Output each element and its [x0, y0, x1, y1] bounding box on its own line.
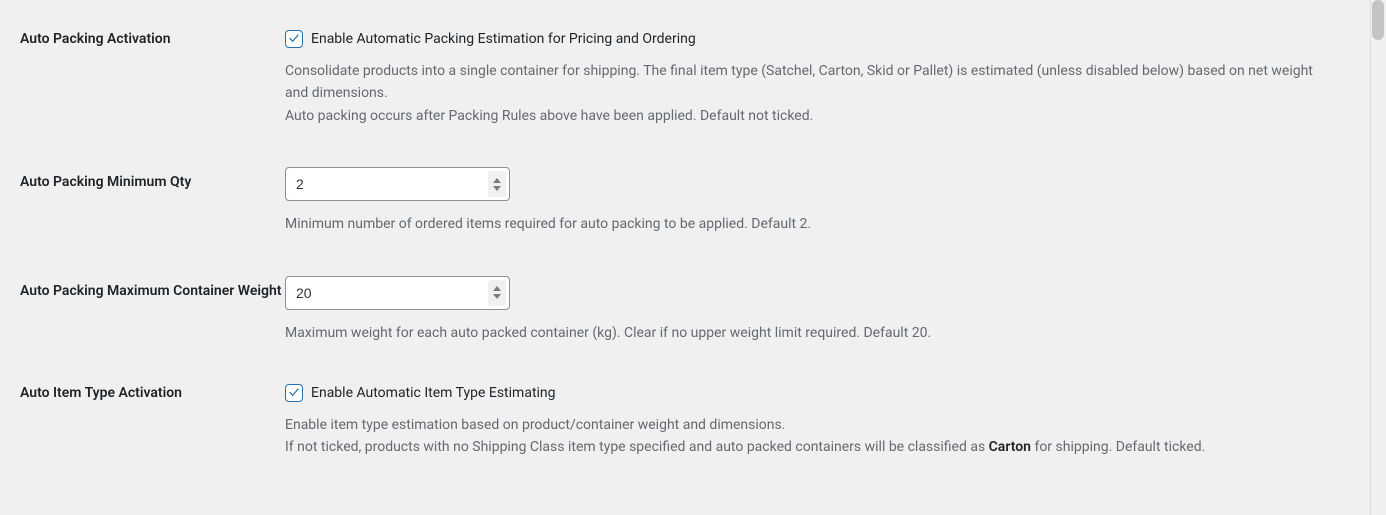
spinner-min-qty	[488, 171, 506, 197]
settings-form: Auto Packing Activation Enable Automatic…	[20, 30, 1366, 459]
field-auto-packing-activation: Enable Automatic Packing Estimation for …	[285, 30, 1366, 127]
row-auto-packing-activation: Auto Packing Activation Enable Automatic…	[20, 30, 1366, 127]
spinner-max-weight	[488, 280, 506, 306]
spinner-up-icon[interactable]	[493, 178, 501, 183]
spinner-down-icon[interactable]	[493, 186, 501, 191]
input-wrap-max-weight	[285, 276, 510, 310]
row-item-type: Auto Item Type Activation Enable Automat…	[20, 384, 1366, 459]
checkbox-row-item-type: Enable Automatic Item Type Estimating	[285, 384, 1336, 402]
description-item-type-line1: Enable item type estimation based on pro…	[285, 417, 785, 433]
label-item-type: Auto Item Type Activation	[20, 384, 285, 404]
check-icon	[287, 32, 301, 46]
row-min-qty: Auto Packing Minimum Qty Minimum number …	[20, 167, 1366, 235]
field-min-qty: Minimum number of ordered items required…	[285, 167, 1366, 235]
input-max-weight[interactable]	[285, 276, 510, 310]
scrollbar[interactable]	[1370, 0, 1386, 515]
check-icon	[287, 386, 301, 400]
checkbox-item-type[interactable]	[285, 384, 303, 402]
description-activation-line2: Auto packing occurs after Packing Rules …	[285, 108, 813, 124]
input-min-qty[interactable]	[285, 167, 510, 201]
checkbox-auto-packing-activation[interactable]	[285, 30, 303, 48]
checkbox-label-activation[interactable]: Enable Automatic Packing Estimation for …	[311, 31, 696, 47]
description-item-type-line2-suffix: for shipping. Default ticked.	[1031, 439, 1205, 455]
scrollbar-thumb[interactable]	[1372, 0, 1384, 40]
description-min-qty: Minimum number of ordered items required…	[285, 213, 1336, 235]
checkbox-label-item-type[interactable]: Enable Automatic Item Type Estimating	[311, 385, 556, 401]
description-item-type-bold: Carton	[989, 439, 1031, 455]
description-item-type-line2-prefix: If not ticked, products with no Shipping…	[285, 439, 989, 455]
label-min-qty: Auto Packing Minimum Qty	[20, 167, 285, 193]
spinner-down-icon[interactable]	[493, 294, 501, 299]
label-auto-packing-activation: Auto Packing Activation	[20, 30, 285, 50]
field-item-type: Enable Automatic Item Type Estimating En…	[285, 384, 1366, 459]
field-max-weight: Maximum weight for each auto packed cont…	[285, 276, 1366, 344]
description-activation-line1: Consolidate products into a single conta…	[285, 63, 1313, 101]
label-max-weight: Auto Packing Maximum Container Weight	[20, 276, 285, 302]
spinner-up-icon[interactable]	[493, 286, 501, 291]
input-wrap-min-qty	[285, 167, 510, 201]
description-item-type: Enable item type estimation based on pro…	[285, 414, 1336, 459]
row-max-weight: Auto Packing Maximum Container Weight Ma…	[20, 276, 1366, 344]
description-max-weight: Maximum weight for each auto packed cont…	[285, 322, 1336, 344]
checkbox-row-activation: Enable Automatic Packing Estimation for …	[285, 30, 1336, 48]
description-activation: Consolidate products into a single conta…	[285, 60, 1336, 127]
